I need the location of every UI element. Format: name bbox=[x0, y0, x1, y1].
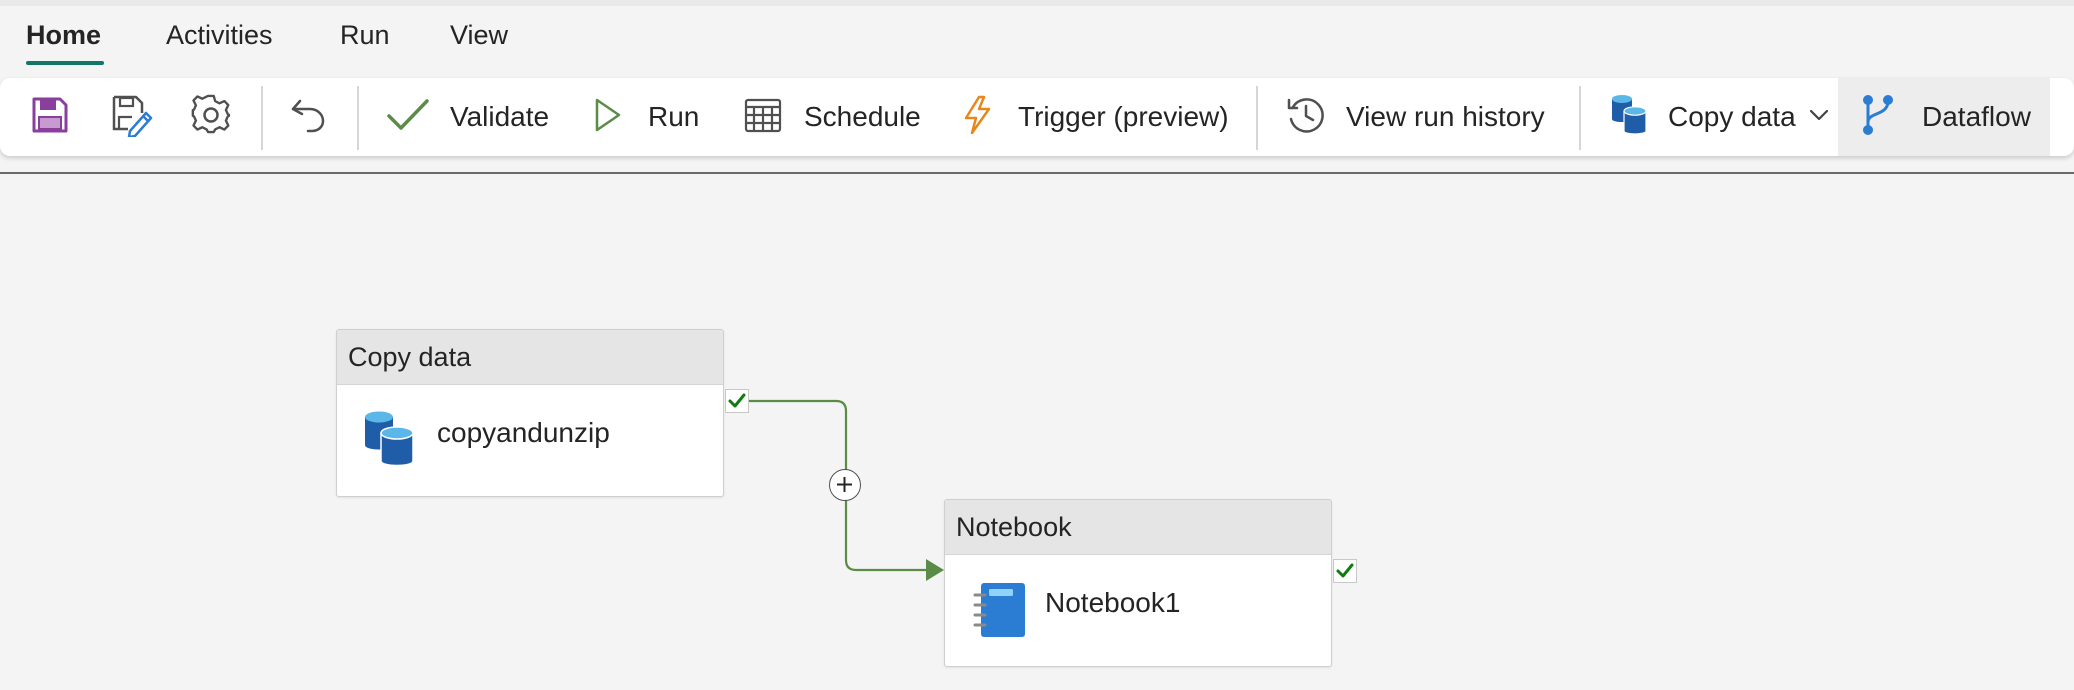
activity-notebook[interactable]: Notebook Notebook1 bbox=[944, 499, 1332, 667]
success-output-checkbox[interactable] bbox=[725, 389, 749, 413]
checkmark-icon bbox=[728, 393, 746, 408]
checkmark-icon bbox=[1336, 563, 1354, 578]
activity-type-label: Copy data bbox=[337, 330, 723, 385]
activity-name: copyandunzip bbox=[437, 417, 610, 448]
database-icon bbox=[363, 409, 417, 474]
plus-icon bbox=[837, 477, 852, 492]
notebook-icon bbox=[973, 581, 1027, 644]
success-output-checkbox[interactable] bbox=[1333, 559, 1357, 583]
add-activity-button[interactable] bbox=[829, 469, 861, 501]
activity-copy-data[interactable]: Copy data copyandunzip bbox=[336, 329, 724, 497]
activity-type-label: Notebook bbox=[945, 500, 1331, 555]
activity-name: Notebook1 bbox=[1045, 587, 1181, 618]
